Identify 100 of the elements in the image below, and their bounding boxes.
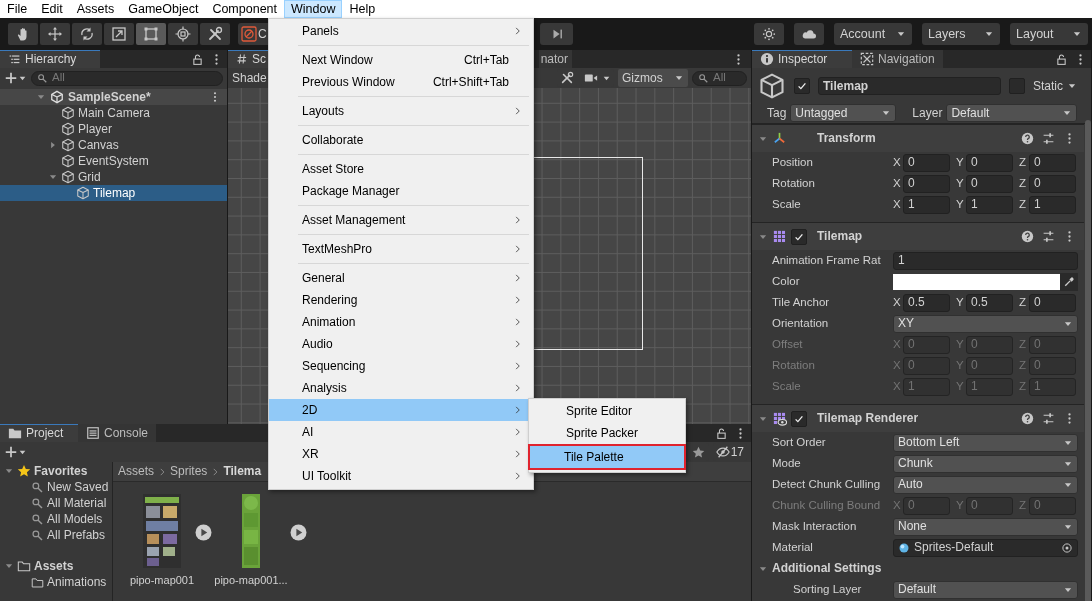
tree-item[interactable]: New Saved xyxy=(0,479,112,495)
menu-item[interactable]: Sprite Packer xyxy=(530,422,684,444)
menu-item[interactable]: Help xyxy=(342,0,383,18)
tool-button[interactable] xyxy=(104,23,134,45)
asset-tile[interactable]: pipo-map001... xyxy=(212,494,290,588)
input-field[interactable]: 0.5 xyxy=(903,293,950,312)
checkbox[interactable] xyxy=(794,78,810,94)
menu-item[interactable]: Previous Window Ctrl+Shift+Tab xyxy=(269,71,533,93)
menu-item[interactable]: TextMeshPro xyxy=(269,238,533,260)
tree-item[interactable]: Animations xyxy=(0,574,112,590)
menu-item[interactable]: Component xyxy=(205,0,284,18)
input-field[interactable]: 1 xyxy=(903,195,950,214)
tab[interactable]: nator xyxy=(538,50,572,68)
tab[interactable]: Hierarchy xyxy=(0,50,100,68)
shading-dropdown[interactable]: Shade xyxy=(232,70,267,86)
breadcrumb-item[interactable]: Sprites xyxy=(170,464,208,479)
menu-item[interactable]: Sprite Editor xyxy=(530,400,684,422)
input-field[interactable]: 0 xyxy=(966,153,1013,172)
static-dropdown[interactable]: Static xyxy=(1033,78,1077,94)
lock-icon[interactable] xyxy=(715,426,728,440)
menu-item[interactable]: Assets xyxy=(69,0,122,18)
input-field[interactable]: 0 xyxy=(1029,153,1076,172)
menu-item[interactable]: General xyxy=(269,267,533,289)
dropdown[interactable]: Auto xyxy=(893,475,1078,494)
play-icon[interactable] xyxy=(290,524,307,541)
menu-item[interactable]: Analysis xyxy=(269,377,533,399)
input-field[interactable]: 1 xyxy=(966,195,1013,214)
tab[interactable]: Project xyxy=(0,424,78,442)
scene-row[interactable]: SampleScene* xyxy=(0,89,227,105)
layout-dropdown[interactable]: Layout xyxy=(1010,23,1088,45)
foldout-label[interactable]: Additional Settings xyxy=(772,561,882,576)
target-icon[interactable] xyxy=(1061,541,1073,554)
add-button[interactable] xyxy=(4,445,27,459)
gizmos-dropdown[interactable]: Gizmos xyxy=(618,69,688,87)
dropdown[interactable]: None xyxy=(893,517,1078,536)
tab[interactable]: Inspector xyxy=(752,50,852,68)
input-field[interactable]: 0 xyxy=(903,174,950,193)
menu-item[interactable]: Asset Store xyxy=(269,158,533,180)
menu-item[interactable]: Rendering xyxy=(269,289,533,311)
component-header[interactable]: Tilemap xyxy=(752,222,1084,250)
scrollbar[interactable] xyxy=(1085,120,1091,601)
input-field[interactable]: 1 xyxy=(893,251,1078,270)
tool-button[interactable] xyxy=(72,23,102,45)
asset-tile[interactable]: pipo-map001 xyxy=(129,494,195,588)
menu-item[interactable]: Sequencing xyxy=(269,355,533,377)
menu-item[interactable]: Package Manager xyxy=(269,180,533,202)
menu-item[interactable]: Audio xyxy=(269,333,533,355)
layer-dropdown[interactable]: Default xyxy=(946,104,1077,122)
component-header[interactable]: Tilemap Renderer xyxy=(752,404,1084,432)
lock-icon[interactable] xyxy=(191,52,204,66)
tree-item[interactable]: Favorites xyxy=(0,463,112,479)
color-swatch[interactable] xyxy=(893,273,1060,290)
help-icon[interactable] xyxy=(1021,230,1034,243)
lighting-button[interactable] xyxy=(754,23,784,45)
add-button[interactable] xyxy=(4,71,27,85)
help-icon[interactable] xyxy=(1021,132,1034,145)
tool-button[interactable] xyxy=(8,23,38,45)
input-field[interactable]: 1 xyxy=(1029,195,1076,214)
menu-item[interactable]: Window xyxy=(284,0,343,18)
object-field[interactable]: Sprites-Default xyxy=(893,538,1078,557)
tree-item[interactable]: All Material xyxy=(0,495,112,511)
tool-button[interactable] xyxy=(136,23,166,45)
menu-item[interactable]: Panels xyxy=(269,20,533,42)
tree-item[interactable]: Canvas xyxy=(0,137,227,153)
tool-button[interactable] xyxy=(40,23,70,45)
menu-item[interactable]: Asset Management xyxy=(269,209,533,231)
dropdown[interactable]: Chunk xyxy=(893,454,1078,473)
menu-item[interactable]: Layouts xyxy=(269,100,533,122)
dropdown[interactable]: Bottom Left xyxy=(893,433,1078,452)
checkbox[interactable] xyxy=(791,228,807,245)
menu-item[interactable]: Edit xyxy=(34,0,70,18)
input-field[interactable]: 0 xyxy=(966,174,1013,193)
input-field[interactable]: 0.5 xyxy=(966,293,1013,312)
sliders-icon[interactable] xyxy=(1042,230,1055,243)
tree-item[interactable]: EventSystem xyxy=(0,153,227,169)
account-dropdown[interactable]: Account xyxy=(834,23,912,45)
eyedropper-button[interactable] xyxy=(1060,272,1078,291)
tree-item[interactable]: All Prefabs xyxy=(0,527,112,543)
tree-item[interactable]: All Models xyxy=(0,511,112,527)
dropdown[interactable]: Default xyxy=(893,580,1078,599)
cloud-button[interactable] xyxy=(794,23,824,45)
checkbox[interactable] xyxy=(791,410,807,427)
tree-item[interactable]: Assets xyxy=(0,558,112,574)
component-header[interactable]: Transform xyxy=(752,124,1084,152)
play-icon[interactable] xyxy=(195,524,212,541)
dropdown[interactable]: XY xyxy=(893,314,1078,333)
tool-button[interactable] xyxy=(200,23,230,45)
tag-dropdown[interactable]: Untagged xyxy=(790,104,897,122)
tree-item[interactable]: Tilemap xyxy=(0,185,227,201)
lock-icon[interactable] xyxy=(1055,52,1068,66)
tool-button[interactable] xyxy=(168,23,198,45)
tree-item[interactable]: Grid xyxy=(0,169,227,185)
input-field[interactable]: 0 xyxy=(903,153,950,172)
layers-dropdown[interactable]: Layers xyxy=(922,23,1000,45)
sliders-icon[interactable] xyxy=(1042,132,1055,145)
menu-item[interactable]: Animation xyxy=(269,311,533,333)
name-field[interactable]: Tilemap xyxy=(818,77,1001,95)
checkbox[interactable] xyxy=(1009,78,1025,94)
tree-item[interactable]: Main Camera xyxy=(0,105,227,121)
menu-item[interactable]: Collaborate xyxy=(269,129,533,151)
